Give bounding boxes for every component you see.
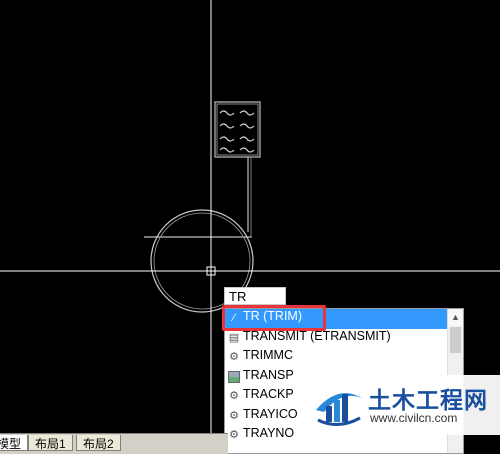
autocomplete-item-label: TRANSP <box>243 367 294 382</box>
gear-icon: ⚙ <box>229 390 239 402</box>
autocomplete-item-label: TRAYICO <box>243 406 298 421</box>
gear-icon: ⚙ <box>229 351 239 363</box>
gear-icon: ⚙ <box>229 429 239 441</box>
drawing-canvas[interactable]: TR ⁄ TR (TRIM) ▤ TRANSMIT (ETRANSMIT) ⚙ … <box>0 0 500 454</box>
tab-layout1[interactable]: 布局1 <box>28 435 73 451</box>
annotation-highlight-box <box>222 305 326 331</box>
autocomplete-item-label: TRAYNO <box>243 426 295 440</box>
hatch-pattern <box>219 110 255 153</box>
autocomplete-item-label: TRIMMC <box>243 348 293 362</box>
dynamic-command-input[interactable]: TR <box>224 287 286 305</box>
logo-emblem-icon <box>316 393 362 426</box>
watermark-logo: 土木工程网 www.civilcn.com <box>304 375 500 435</box>
tab-layout2[interactable]: 布局2 <box>76 435 121 451</box>
image-icon <box>228 370 240 383</box>
layout-tab-bar: 模型 布局1 布局2 <box>0 433 228 454</box>
autocomplete-item-label: TRACKP <box>243 387 294 401</box>
gear-icon: ⚙ <box>229 409 239 422</box>
watermark-url: www.civilcn.com <box>370 411 458 425</box>
tab-model[interactable]: 模型 <box>0 435 29 451</box>
autocomplete-item-trimmc[interactable]: ⚙ TRIMMC <box>225 348 463 368</box>
autocomplete-item-transmit[interactable]: ▤ TRANSMIT (ETRANSMIT) <box>225 329 463 349</box>
scroll-up-arrow-icon[interactable]: ▲ <box>448 309 463 326</box>
scrollbar-thumb[interactable] <box>450 327 461 353</box>
file-icon: ▤ <box>228 331 240 344</box>
watermark-name: 土木工程网 <box>368 388 488 414</box>
